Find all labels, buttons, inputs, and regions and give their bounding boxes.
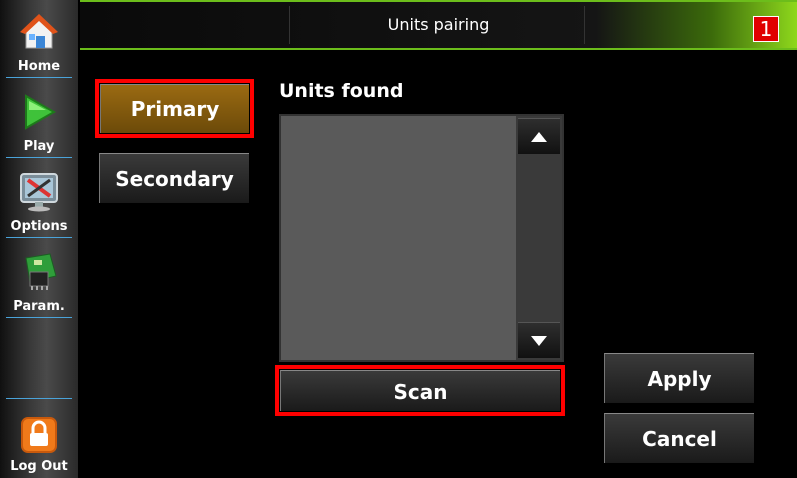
sidebar-divider <box>6 237 72 238</box>
logout-button[interactable]: Log Out <box>0 400 78 478</box>
sidebar-item-label: Log Out <box>10 459 68 474</box>
page-title: Units pairing <box>387 15 490 34</box>
status-badge: 1 <box>753 16 779 42</box>
sidebar-item-param[interactable]: Param. <box>0 240 78 318</box>
units-list-scrollbar[interactable] <box>516 116 562 360</box>
cancel-button[interactable]: Cancel <box>604 413 754 463</box>
sidebar: Home Play Options Param. Log Out <box>0 0 78 478</box>
sidebar-item-play[interactable]: Play <box>0 80 78 158</box>
sidebar-item-label: Options <box>10 219 68 234</box>
arrow-down-icon <box>531 336 547 346</box>
sidebar-divider <box>6 157 72 158</box>
scroll-up-button[interactable] <box>518 118 560 154</box>
scroll-down-button[interactable] <box>518 322 560 358</box>
header-bar: Units pairing 1 <box>80 0 797 50</box>
units-found-label: Units found <box>279 80 404 102</box>
sidebar-item-label: Home <box>17 59 61 74</box>
secondary-button[interactable]: Secondary <box>99 153 249 203</box>
sidebar-divider <box>6 77 72 78</box>
arrow-up-icon <box>531 132 547 142</box>
param-icon <box>25 253 57 290</box>
apply-button[interactable]: Apply <box>604 353 754 403</box>
sidebar-item-label: Param. <box>13 299 65 314</box>
sidebar-item-options[interactable]: Options <box>0 160 78 238</box>
primary-button[interactable]: Primary <box>100 84 249 133</box>
sidebar-divider <box>6 317 72 318</box>
lock-icon <box>21 417 57 453</box>
play-icon <box>25 94 57 130</box>
sidebar-item-home[interactable]: Home <box>0 0 78 78</box>
scan-button[interactable]: Scan <box>280 370 560 411</box>
sidebar-divider <box>6 398 72 399</box>
options-icon <box>20 173 58 212</box>
sidebar-item-label: Play <box>23 139 55 154</box>
home-icon <box>20 14 58 49</box>
